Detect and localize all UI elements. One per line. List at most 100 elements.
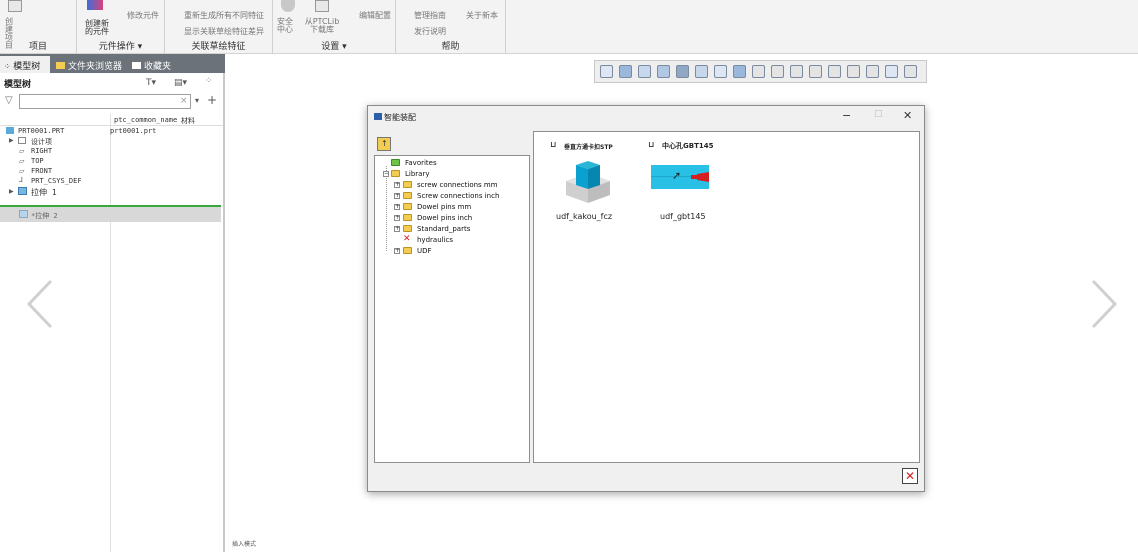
column-header-common-name[interactable]: ptc_common_name	[114, 116, 177, 124]
shield-icon[interactable]	[281, 0, 295, 12]
add-filter-icon[interactable]: +	[207, 93, 217, 107]
tree-row-csys[interactable]: ⅃ PRT_CSYS_DEF	[0, 176, 110, 186]
tree-node-standard-parts[interactable]: + Standard_parts	[375, 223, 525, 234]
regen-label[interactable]: 重新生成所有不同特征	[172, 10, 264, 21]
tree-row-label: TOP	[31, 157, 44, 165]
csys-display-icon[interactable]	[866, 65, 879, 78]
view-manager-icon[interactable]	[904, 65, 917, 78]
tree-node-screw-mm[interactable]: + screw connections mm	[375, 179, 525, 190]
perspective-icon[interactable]	[714, 65, 727, 78]
column-divider	[110, 114, 111, 552]
expand-icon[interactable]: +	[394, 193, 400, 199]
tab-folder-browser[interactable]: 文件夹浏览器	[52, 56, 122, 73]
expand-icon[interactable]: ▶	[9, 137, 14, 144]
tree-columns-icon[interactable]: ▤▾	[174, 78, 187, 88]
create-part-label[interactable]: 创建新的元件	[85, 20, 111, 36]
group-label-help: 帮助	[441, 42, 460, 52]
tree-node-hydraulics[interactable]: ✕ hydraulics	[375, 234, 525, 245]
previous-arrow-icon[interactable]	[25, 278, 55, 330]
tree-row-insert[interactable]: *拉伸 2	[0, 207, 221, 222]
tree-row-label: FRONT	[31, 167, 53, 175]
tree-node-label: hydraulics	[417, 236, 454, 244]
expand-icon[interactable]: ▶	[9, 188, 14, 195]
extrude-icon	[19, 210, 28, 218]
new-project-icon[interactable]	[8, 0, 22, 12]
udf-icon: ⊔	[550, 140, 557, 149]
tree-node-label: Dowel pins mm	[417, 203, 472, 211]
tree-node-label: screw connections mm	[417, 181, 498, 189]
up-folder-button[interactable]: ↑	[377, 137, 391, 151]
tree-node-dowel-inch[interactable]: + Dowel pins inch	[375, 212, 525, 223]
ribbon-group-help: 管理指南 关于新本 发行说明 帮助	[396, 0, 506, 54]
clear-filter-icon[interactable]: ×	[180, 96, 188, 106]
tree-row-datum-right[interactable]: ▱ RIGHT	[0, 146, 110, 156]
minimize-button[interactable]: −	[842, 109, 851, 122]
datum-plane-icon: ▱	[19, 147, 25, 155]
datum-planes-icon[interactable]	[790, 65, 803, 78]
display-style-icon[interactable]	[676, 65, 689, 78]
manage-guide-label[interactable]: 管理指南	[402, 10, 446, 21]
favorites-icon	[132, 62, 141, 69]
filter-dropdown-icon[interactable]: ▾	[195, 96, 199, 105]
tree-row-label: PRT_CSYS_DEF	[31, 177, 82, 185]
tree-node-udf[interactable]: + UDF	[375, 245, 525, 256]
release-notes-label[interactable]: 发行说明	[402, 26, 446, 37]
plane-tags-icon[interactable]	[828, 65, 841, 78]
edit-config-label[interactable]: 编辑配置	[347, 10, 391, 21]
datum-points-icon[interactable]	[771, 65, 784, 78]
saved-views-icon[interactable]	[657, 65, 670, 78]
annotations-icon[interactable]	[809, 65, 822, 78]
datum-axes-icon[interactable]	[752, 65, 765, 78]
download-lib-label[interactable]: 从PTCLib下载库	[303, 18, 341, 34]
extrude-icon	[18, 187, 27, 195]
ptclib-icon[interactable]	[315, 0, 329, 12]
collapse-icon[interactable]: −	[383, 171, 389, 177]
tree-node-favorites[interactable]: Favorites	[375, 157, 525, 168]
folder-icon	[403, 214, 412, 221]
next-arrow-icon[interactable]	[1089, 278, 1119, 330]
expand-icon[interactable]: +	[394, 182, 400, 188]
expand-icon[interactable]: +	[394, 215, 400, 221]
security-center-label[interactable]: 安全中心	[277, 18, 295, 34]
tree-settings-icon[interactable]: T▾	[146, 78, 156, 88]
udf-item-gbt145[interactable]: ⊔ 中心孔GBT145 ➚ udf_gbt145	[646, 139, 730, 223]
create-part-icon[interactable]	[87, 0, 103, 10]
tab-model-tree[interactable]: ⁘ 模型树	[0, 56, 50, 73]
udf-item-kakou[interactable]: ⊔ 垂直方通卡扣STP udf_kakou_fcz	[548, 139, 632, 223]
cancel-button[interactable]: ✕	[902, 468, 918, 484]
tree-node-label: Dowel pins inch	[417, 214, 473, 222]
point-tags-icon[interactable]	[847, 65, 860, 78]
appearance-icon[interactable]	[733, 65, 746, 78]
close-button[interactable]: ✕	[903, 109, 912, 122]
repaint-icon[interactable]	[638, 65, 651, 78]
tree-filter-input[interactable]	[19, 94, 191, 109]
tree-row-datum-front[interactable]: ▱ FRONT	[0, 166, 110, 176]
about-label[interactable]: 关于新本	[456, 10, 498, 21]
tab-favorites[interactable]: 收藏夹	[128, 56, 178, 73]
group-label-settings: 设置 ▾	[321, 42, 347, 52]
expand-icon[interactable]: +	[394, 248, 400, 254]
tree-row-design-items[interactable]: ▶ 设计项	[0, 136, 110, 146]
expand-icon[interactable]: +	[394, 226, 400, 232]
tree-row-datum-top[interactable]: ▱ TOP	[0, 156, 110, 166]
folder-icon	[56, 62, 65, 69]
tree-node-label: Screw connections inch	[417, 192, 500, 200]
spin-center-icon[interactable]	[885, 65, 898, 78]
tree-node-dowel-mm[interactable]: + Dowel pins mm	[375, 201, 525, 212]
section-icon[interactable]	[695, 65, 708, 78]
udf-item-header: 垂直方通卡扣STP	[564, 144, 613, 151]
modify-part-label[interactable]: 修改元件	[115, 10, 159, 21]
tree-node-library[interactable]: − Library	[375, 168, 525, 179]
tree-filter-options-icon[interactable]: ⁘	[205, 76, 213, 86]
maximize-button[interactable]: □	[874, 109, 883, 119]
expand-icon[interactable]: +	[394, 204, 400, 210]
tree-node-screw-inch[interactable]: + Screw connections inch	[375, 190, 525, 201]
show-sketch-label[interactable]: 显示关联草绘特征差异	[172, 26, 264, 37]
folder-icon	[403, 225, 412, 232]
zoom-to-fit-icon[interactable]	[600, 65, 613, 78]
tree-row-part[interactable]: PRT0001.PRT prt0001.prt	[0, 126, 223, 136]
tree-row-extrude-1[interactable]: ▶ 拉伸 1	[0, 186, 110, 197]
group-label-project: 项目	[28, 42, 47, 52]
folder-icon	[403, 247, 412, 254]
zoom-in-icon[interactable]	[619, 65, 632, 78]
